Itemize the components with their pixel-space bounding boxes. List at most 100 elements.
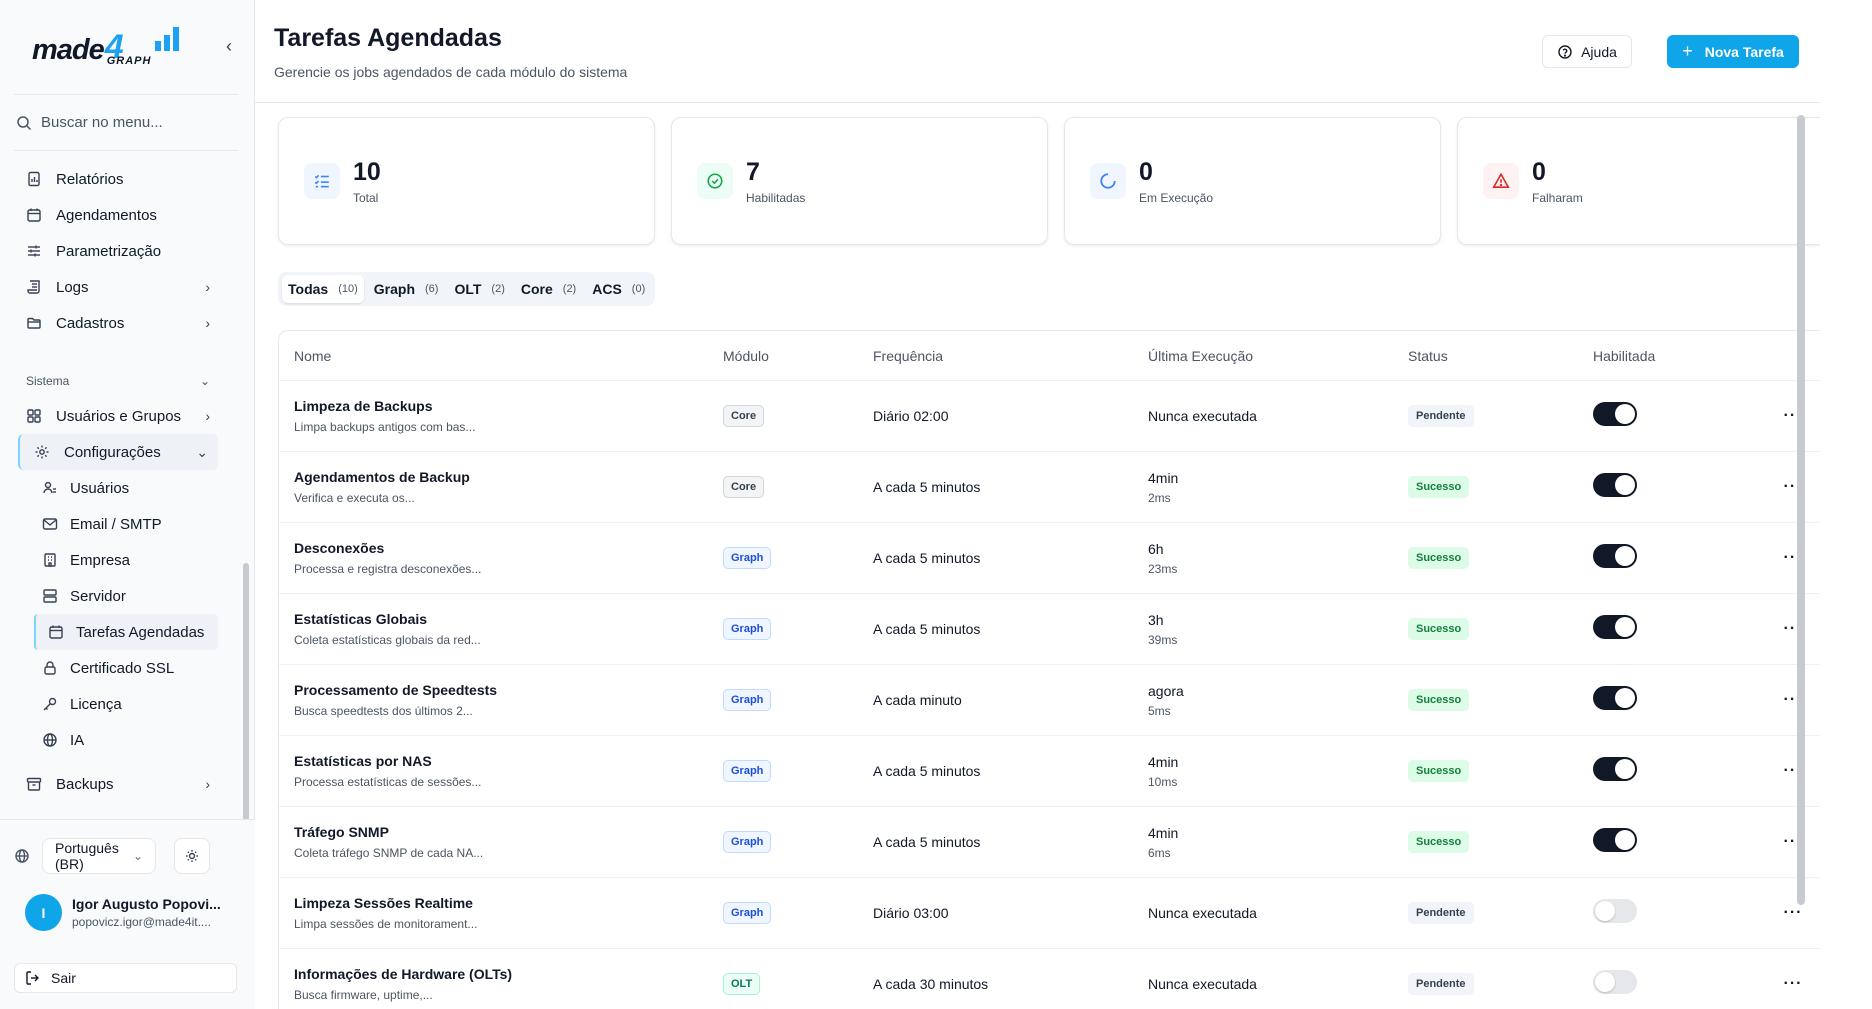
new-task-label: Nova Tarefa	[1704, 43, 1784, 60]
tab-acs[interactable]: ACS (0)	[586, 275, 651, 303]
main-content: Tarefas Agendadas Gerencie os jobs agend…	[255, 0, 1872, 1009]
more-actions-icon[interactable]: ···	[1784, 904, 1803, 921]
sidebar-item-label: Usuários e Grupos	[56, 407, 182, 425]
sidebar-item-cadastros[interactable]: Cadastros ›	[0, 305, 254, 341]
tab-label: Core	[520, 281, 553, 297]
column-header-status: Status	[1408, 347, 1448, 364]
task-desc: Verifica e executa os...	[294, 491, 415, 505]
chevron-right-icon: ›	[205, 408, 210, 424]
tab-olt[interactable]: OLT (2)	[448, 275, 510, 303]
enabled-toggle[interactable]	[1593, 614, 1637, 639]
sidebar: made 4 GRAPH ‹ Relatórios Agendamentos P…	[0, 0, 255, 1009]
chevron-right-icon: ›	[205, 279, 210, 295]
enabled-toggle[interactable]	[1593, 401, 1637, 426]
chevron-right-icon: ›	[205, 315, 210, 331]
stat-card-total: 10 Total	[278, 117, 655, 245]
sidebar-subitem-empresa[interactable]: Empresa	[0, 542, 254, 578]
task-duration: 5ms	[1148, 703, 1171, 718]
enabled-toggle[interactable]	[1593, 472, 1637, 497]
task-frequency: Diário 03:00	[873, 905, 949, 921]
table-row[interactable]: Limpeza de Backups Limpa backups antigos …	[279, 381, 1832, 452]
sidebar-subitem-tarefas-agendadas[interactable]: Tarefas Agendadas	[34, 614, 218, 650]
tab-todas[interactable]: Todas (10)	[282, 275, 364, 303]
tab-graph[interactable]: Graph (6)	[368, 275, 445, 303]
table-row[interactable]: Estatísticas Globais Coleta estatísticas …	[279, 594, 1832, 665]
table-row[interactable]: Agendamentos de Backup Verifica e executa…	[279, 452, 1832, 523]
table-row[interactable]: Processamento de Speedtests Busca speedte…	[279, 665, 1832, 736]
collapse-sidebar-icon[interactable]: ‹	[226, 36, 232, 57]
sidebar-item-logs[interactable]: Logs ›	[0, 269, 254, 305]
table-header: Nome Módulo Frequência Última Execução S…	[279, 331, 1832, 381]
tab-count: (0)	[631, 283, 646, 295]
sidebar-item-agendamentos[interactable]: Agendamentos	[0, 197, 254, 233]
sidebar-subitem-email[interactable]: Email / SMTP	[0, 506, 254, 542]
sidebar-subitem-label: Email / SMTP	[70, 515, 162, 533]
logout-button[interactable]: Sair	[14, 963, 237, 993]
enabled-toggle[interactable]	[1593, 827, 1637, 852]
module-badge: Core	[723, 476, 765, 498]
sidebar-scrollbar[interactable]	[243, 563, 249, 821]
enabled-toggle[interactable]	[1593, 543, 1637, 568]
sidebar-subitem-servidor[interactable]: Servidor	[0, 578, 254, 614]
sidebar-item-relatorios[interactable]: Relatórios	[0, 161, 254, 197]
main-scrollbar[interactable]	[1797, 115, 1805, 905]
task-last-run: Nunca executada	[1148, 408, 1257, 424]
new-task-button[interactable]: + Nova Tarefa	[1667, 35, 1799, 68]
task-last-run: 6h	[1148, 540, 1164, 557]
task-desc: Processa estatísticas de sessões...	[294, 775, 482, 789]
status-badge: Sucesso	[1408, 831, 1470, 853]
task-frequency: Diário 02:00	[873, 408, 949, 424]
task-duration: 2ms	[1148, 490, 1171, 505]
task-frequency: A cada minuto	[873, 692, 962, 708]
section-sistema[interactable]: Sistema ⌄	[0, 364, 254, 398]
table-row[interactable]: Desconexões Processa e registra desconexõ…	[279, 523, 1832, 594]
help-button[interactable]: Ajuda	[1542, 35, 1632, 68]
language-value: Português (BR)	[55, 840, 119, 872]
column-header-enabled: Habilitada	[1593, 347, 1656, 364]
sidebar-subitem-usuarios[interactable]: Usuários	[0, 470, 254, 506]
sidebar-item-backups[interactable]: Backups ›	[0, 766, 254, 802]
table-row[interactable]: Informações de Hardware (OLTs) Busca firm…	[279, 949, 1832, 1009]
sidebar-subitem-label: Empresa	[70, 551, 131, 569]
sidebar-item-parametrizacao[interactable]: Parametrização	[0, 233, 254, 269]
logo: made 4 GRAPH	[32, 27, 180, 67]
sidebar-subitem-label: Servidor	[70, 587, 126, 605]
calendar-icon	[26, 207, 42, 223]
stat-label: Total	[353, 190, 379, 205]
sidebar-subitem-ia[interactable]: IA	[0, 722, 254, 758]
sidebar-item-usuarios-grupos[interactable]: Usuários e Grupos ›	[0, 398, 254, 434]
enabled-toggle[interactable]	[1593, 969, 1637, 994]
logout-icon	[25, 970, 41, 986]
theme-toggle-button[interactable]	[174, 838, 210, 874]
logout-label: Sair	[51, 970, 76, 986]
tab-label: ACS	[592, 281, 622, 297]
task-name: Estatísticas Globais	[294, 611, 428, 627]
sidebar-subitem-label: Licença	[70, 695, 122, 713]
column-header-module: Módulo	[723, 347, 769, 364]
enabled-toggle[interactable]	[1593, 898, 1637, 923]
table-row[interactable]: Tráfego SNMP Coleta tráfego SNMP de cada …	[279, 807, 1832, 878]
tab-core[interactable]: Core (2)	[515, 275, 582, 303]
globe-icon	[42, 732, 58, 748]
enabled-toggle[interactable]	[1593, 685, 1637, 710]
user-profile[interactable]: I Igor Augusto Popovi... popovicz.igor@m…	[0, 874, 255, 931]
table-row[interactable]: Limpeza Sessões Realtime Limpa sessões de…	[279, 878, 1832, 949]
sidebar-subitem-licenca[interactable]: Licença	[0, 686, 254, 722]
task-duration: 6ms	[1148, 845, 1171, 860]
more-actions-icon[interactable]: ···	[1784, 975, 1803, 992]
task-name: Agendamentos de Backup	[294, 469, 470, 485]
sidebar-item-configuracoes[interactable]: Configurações ⌄	[18, 434, 218, 470]
status-badge: Sucesso	[1408, 618, 1470, 640]
tab-count: (6)	[425, 283, 439, 295]
enabled-toggle[interactable]	[1593, 756, 1637, 781]
help-label: Ajuda	[1581, 43, 1617, 60]
stat-value: 7	[746, 157, 760, 186]
chevron-down-icon: ⌄	[196, 443, 208, 460]
sidebar-subitem-certificado-ssl[interactable]: Certificado SSL	[0, 650, 254, 686]
table-row[interactable]: Estatísticas por NAS Processa estatística…	[279, 736, 1832, 807]
stat-value: 10	[353, 157, 381, 186]
menu-search-input[interactable]	[41, 114, 231, 131]
module-badge: Graph	[723, 831, 772, 853]
menu-search	[14, 95, 238, 151]
language-select[interactable]: Português (BR) ⌄	[42, 838, 156, 874]
